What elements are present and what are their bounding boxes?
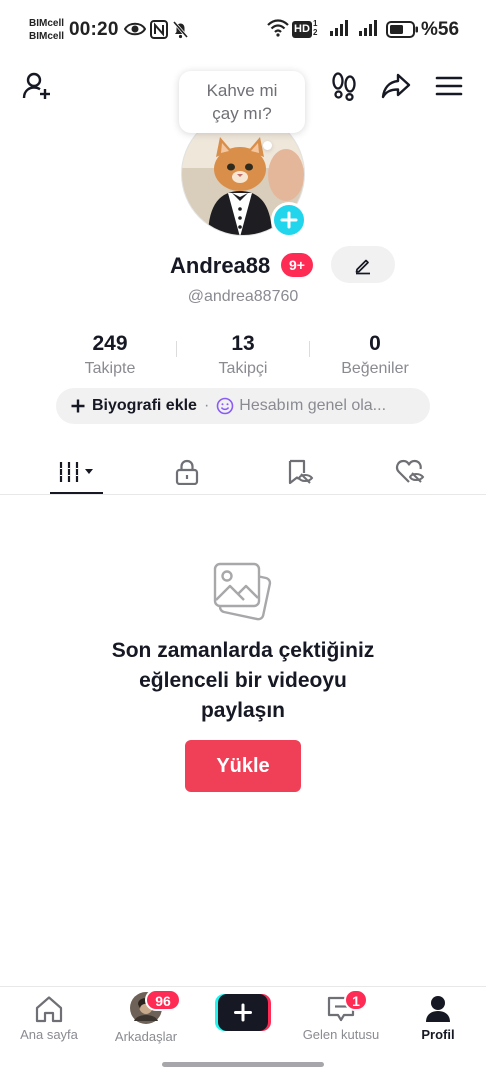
- stat-followers-value: 13: [231, 332, 255, 355]
- user-handle: @andrea88760: [187, 288, 299, 305]
- note-bubble[interactable]: Kahve mi çay mı?: [179, 71, 305, 133]
- clock: 00:20: [69, 19, 119, 40]
- photos-icon: [213, 562, 272, 621]
- stat-likes-label: Beğeniler: [341, 360, 409, 377]
- add-friend-icon: [22, 72, 50, 99]
- sim-index: 12: [313, 19, 318, 37]
- smiley-icon: [216, 397, 234, 415]
- bio-separator: ·: [203, 397, 210, 414]
- menu-button[interactable]: [433, 70, 465, 102]
- nav-friends-label: Arkadaşlar: [114, 1029, 178, 1044]
- note-bubble-tail: [263, 141, 272, 150]
- videos-grid-icon: [59, 462, 93, 482]
- footprints-icon: [332, 72, 356, 101]
- eye-icon: [124, 22, 146, 36]
- stat-following[interactable]: 249 Takipte: [45, 332, 175, 381]
- stat-likes-value: 0: [369, 332, 381, 355]
- profile-views-button[interactable]: [328, 70, 360, 102]
- stat-following-value: 249: [92, 332, 128, 355]
- carrier-names: BIMcell BIMcell: [29, 17, 64, 43]
- saved-hidden-icon: [288, 459, 314, 485]
- account-status-button[interactable]: Hesabım genel ola...: [239, 397, 386, 415]
- tabs-divider: [0, 494, 486, 495]
- empty-state-message: Son zamanlarda çektiğiniz eğlenceli bir …: [60, 636, 426, 726]
- add-bio-button[interactable]: Biyografi ekle: [92, 397, 197, 415]
- notification-badge[interactable]: 9+: [281, 253, 313, 277]
- status-bar: BIMcell BIMcell 00:20 HD 12 %56: [0, 0, 486, 58]
- note-text-line1: Kahve mi: [206, 81, 278, 100]
- bio-pill: Biyografi ekle · Hesabım genel ola...: [56, 388, 430, 424]
- username: Andrea88: [170, 253, 271, 278]
- pencil-icon: [355, 259, 370, 274]
- tab-videos[interactable]: [41, 450, 113, 494]
- stat-divider: [176, 341, 177, 357]
- create-plus-icon: [215, 994, 271, 1031]
- nav-inbox[interactable]: Gelen kutusu: [296, 995, 386, 1042]
- home-indicator[interactable]: [162, 1062, 324, 1067]
- wifi-icon: [267, 19, 289, 37]
- battery-percent: %56: [421, 19, 460, 40]
- signal-1-icon: [330, 20, 348, 36]
- nav-profile-label: Profil: [421, 1027, 455, 1042]
- add-avatar-button[interactable]: [271, 202, 307, 238]
- stat-followers-label: Takipçi: [218, 360, 268, 377]
- nav-home-label: Ana sayfa: [20, 1027, 78, 1042]
- tab-liked[interactable]: [374, 450, 446, 494]
- stat-likes[interactable]: 0 Beğeniler: [310, 332, 440, 381]
- note-text-line2: çay mı?: [212, 104, 272, 123]
- mute-bell-icon: [172, 21, 189, 39]
- signal-2-icon: [359, 20, 377, 36]
- empty-line1: Son zamanlarda çektiğiniz: [111, 639, 375, 662]
- plus-icon: [71, 399, 85, 413]
- empty-line2: eğlenceli bir videoyu: [139, 669, 347, 692]
- profile-icon: [426, 996, 450, 1022]
- home-icon: [35, 996, 63, 1023]
- carrier-2: BIMcell: [29, 31, 65, 42]
- nav-home[interactable]: Ana sayfa: [16, 995, 82, 1042]
- menu-icon: [435, 76, 463, 96]
- edit-profile-button[interactable]: [331, 246, 395, 283]
- carrier-1: BIMcell: [29, 18, 65, 29]
- lock-icon: [175, 459, 199, 485]
- tab-private[interactable]: [151, 450, 223, 494]
- plus-icon: [280, 211, 298, 229]
- share-profile-button[interactable]: [380, 70, 412, 102]
- inbox-badge: 1: [344, 989, 368, 1011]
- battery-icon: [386, 21, 418, 38]
- nav-profile[interactable]: Profil: [412, 995, 464, 1042]
- share-icon: [381, 73, 411, 99]
- liked-hidden-icon: [395, 459, 425, 483]
- tab-saved[interactable]: [264, 450, 336, 494]
- stat-following-label: Takipte: [84, 360, 136, 377]
- nfc-icon: [150, 20, 168, 39]
- upload-button[interactable]: Yükle: [185, 740, 301, 792]
- stat-followers[interactable]: 13 Takipçi: [178, 332, 308, 381]
- add-friend-button[interactable]: [21, 70, 53, 102]
- empty-line3: paylaşın: [200, 699, 286, 722]
- nav-inbox-label: Gelen kutusu: [302, 1027, 380, 1042]
- hd-badge: HD: [292, 21, 312, 38]
- friends-badge: 96: [145, 989, 181, 1011]
- caret-down-icon: [85, 469, 93, 474]
- create-button[interactable]: [215, 994, 271, 1031]
